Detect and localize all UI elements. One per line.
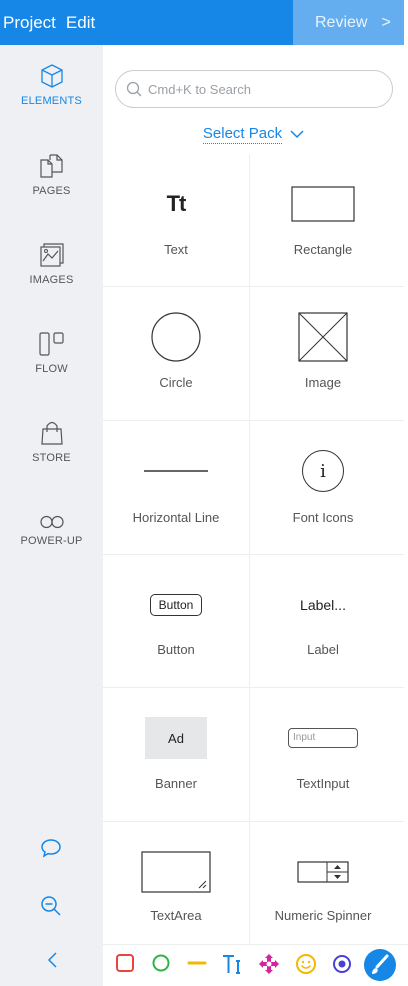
review-button[interactable]: Review > [293, 0, 404, 45]
menu-edit[interactable]: Edit [66, 0, 95, 45]
images-icon [39, 243, 64, 267]
element-tile-numeric-spinner[interactable]: Numeric Spinner [250, 822, 396, 955]
element-label: Horizontal Line [132, 510, 220, 525]
pages-icon [39, 154, 63, 178]
sidebar-item-elements[interactable]: ELEMENTS [0, 63, 103, 107]
cube-icon [40, 64, 63, 88]
element-tile-label[interactable]: Label... Label [250, 555, 396, 688]
elements-panel: Cmd+K to Search Select Pack Tt Text Rect… [103, 45, 404, 986]
infinity-icon [39, 515, 64, 529]
sidebar-item-pages[interactable]: PAGES [0, 153, 103, 197]
element-label: Circle [159, 375, 193, 390]
chevron-down-icon [290, 130, 304, 138]
sidebar-label-power-up: POWER-UP [20, 535, 83, 547]
sidebar-item-flow[interactable]: FLOW [0, 331, 103, 375]
banner-preview: Ad [145, 717, 207, 759]
element-tile-circle[interactable]: Circle [103, 287, 249, 420]
shopping-bag-icon [40, 421, 63, 445]
element-label: Rectangle [293, 242, 353, 257]
rectangle-tool-icon[interactable] [115, 953, 135, 973]
button-preview: Button [149, 594, 203, 616]
element-label: Image [304, 375, 342, 390]
top-menu-bar: Project Edit Review > [0, 0, 404, 45]
info-icon: i [302, 450, 344, 492]
circle-preview-icon [151, 312, 201, 362]
element-label: Numeric Spinner [274, 908, 372, 923]
element-label: Banner [155, 776, 197, 791]
element-label: Text [164, 242, 188, 257]
element-tile-text[interactable]: Tt Text [103, 154, 249, 287]
label-preview: Label... [300, 597, 346, 613]
element-tile-banner[interactable]: Ad Banner [103, 688, 249, 821]
menu-project[interactable]: Project [3, 0, 56, 45]
radio-tool-icon[interactable] [331, 953, 353, 975]
element-tile-font-icons[interactable]: i Font Icons [250, 421, 396, 554]
element-tile-button[interactable]: Button Button [103, 555, 249, 688]
element-tile-textarea[interactable]: TextArea [103, 822, 249, 955]
select-pack-dropdown[interactable]: Select Pack [103, 125, 404, 144]
element-label: Label [307, 642, 339, 657]
element-tile-horizontal-line[interactable]: Horizontal Line [103, 421, 249, 554]
zoom-out-icon[interactable] [40, 895, 62, 917]
sidebar-label-store: STORE [32, 452, 71, 464]
brush-tool-icon[interactable] [363, 948, 397, 982]
chat-bubble-icon[interactable] [40, 837, 62, 859]
textinput-preview: Input [288, 728, 358, 748]
sidebar: ELEMENTS PAGES IMAGES FLOW STORE POWER-U… [0, 45, 103, 986]
element-label: Font Icons [292, 510, 354, 525]
circle-tool-icon[interactable] [151, 953, 171, 973]
sidebar-item-images[interactable]: IMAGES [0, 242, 103, 286]
element-tile-rectangle[interactable]: Rectangle [250, 154, 396, 287]
chevron-right-icon: > [381, 13, 391, 31]
element-label: TextArea [150, 908, 202, 923]
sidebar-item-store[interactable]: STORE [0, 420, 103, 464]
textarea-preview-icon [141, 851, 211, 893]
numeric-spinner-preview-icon [297, 861, 349, 883]
sidebar-label-elements: ELEMENTS [21, 95, 82, 107]
sidebar-item-power-up[interactable]: POWER-UP [0, 515, 103, 547]
rectangle-preview-icon [291, 186, 355, 222]
element-label: Button [157, 642, 195, 657]
line-tool-icon[interactable] [187, 953, 207, 973]
image-placeholder-icon [298, 312, 348, 362]
bottom-toolbar [103, 944, 408, 986]
select-pack-label: Select Pack [202, 125, 283, 144]
emoji-tool-icon[interactable] [295, 953, 317, 975]
collapse-left-icon[interactable] [46, 950, 60, 970]
text-preview: Tt [166, 191, 187, 216]
sidebar-label-flow: FLOW [35, 363, 68, 375]
horizontal-line-preview-icon [144, 470, 208, 472]
sidebar-label-pages: PAGES [32, 185, 71, 197]
flow-icon [38, 332, 64, 356]
search-box[interactable]: Cmd+K to Search [115, 70, 393, 108]
sidebar-label-images: IMAGES [29, 274, 74, 286]
element-label: TextInput [296, 776, 350, 791]
element-tile-image[interactable]: Image [250, 287, 396, 420]
search-icon [126, 81, 142, 97]
element-tile-textinput[interactable]: Input TextInput [250, 688, 396, 821]
review-label: Review [315, 13, 368, 31]
move-tool-icon[interactable] [258, 953, 280, 975]
text-tool-icon[interactable] [221, 953, 245, 975]
search-input[interactable]: Cmd+K to Search [148, 82, 251, 97]
